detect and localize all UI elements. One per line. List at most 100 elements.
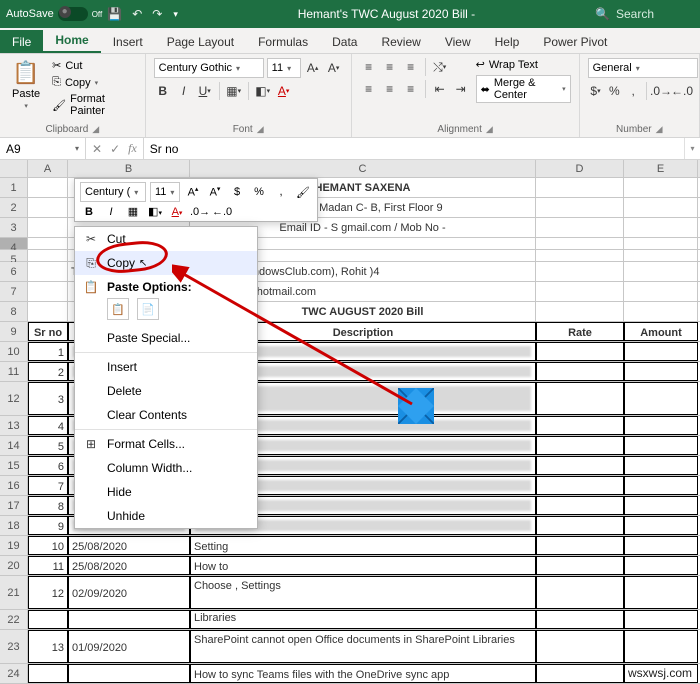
cell-srno[interactable]: 6	[28, 456, 68, 475]
cell-srno[interactable]: 4	[28, 416, 68, 435]
comma-format-icon[interactable]: ,	[625, 82, 641, 100]
mini-toolbar[interactable]: Century (▾ 11▾ A▴ A▾ $ % , 🖌 B I ▦ ◧▾ A▾…	[74, 178, 318, 222]
dialog-launcher-icon[interactable]: ◢	[656, 124, 663, 135]
row-header[interactable]: 14	[0, 436, 28, 455]
save-icon[interactable]: 💾	[107, 7, 122, 21]
toggle-off-icon[interactable]	[58, 7, 88, 21]
align-center-icon[interactable]: ≡	[381, 80, 399, 98]
fill-color-button[interactable]: ◧▾	[146, 205, 164, 218]
dialog-launcher-icon[interactable]: ◢	[486, 124, 493, 135]
cell[interactable]	[536, 198, 624, 217]
redo-icon[interactable]: ↷	[152, 7, 162, 21]
cell-rate[interactable]	[536, 516, 624, 535]
copy-button[interactable]: ⎘Copy ▾	[50, 75, 137, 90]
row-header[interactable]: 12	[0, 382, 28, 415]
table-row[interactable]: 211202/09/2020Choose , Settings	[0, 576, 700, 610]
cell-srno[interactable]: 10	[28, 536, 68, 555]
column-header-a[interactable]: A	[28, 160, 68, 177]
cell-date[interactable]: 25/08/2020	[68, 536, 190, 555]
comma-format-icon[interactable]: ,	[272, 186, 290, 198]
column-header-d[interactable]: D	[536, 160, 624, 177]
row-header[interactable]: 24	[0, 664, 28, 683]
cell-desc[interactable]: Setting	[190, 536, 536, 555]
menu-unhide[interactable]: Unhide	[75, 504, 257, 528]
accounting-format-icon[interactable]: $	[228, 186, 246, 198]
cell-srno[interactable]: 9	[28, 516, 68, 535]
menu-copy[interactable]: ⎘Copy↖	[75, 251, 257, 275]
increase-indent-icon[interactable]: ⇥	[452, 80, 470, 98]
header-rate[interactable]: Rate	[536, 322, 624, 341]
cell-desc[interactable]: Choose , Settings	[190, 576, 536, 609]
align-middle-icon[interactable]: ≡	[381, 58, 399, 76]
fill-color-button[interactable]: ◧▾	[254, 82, 272, 100]
cell-srno[interactable]: 5	[28, 436, 68, 455]
tab-help[interactable]: Help	[483, 30, 532, 53]
cell-rate[interactable]	[536, 342, 624, 361]
cell-date[interactable]: 02/09/2020	[68, 576, 190, 609]
dialog-launcher-icon[interactable]: ◢	[257, 124, 264, 135]
tab-page-layout[interactable]: Page Layout	[155, 30, 246, 53]
chevron-down-icon[interactable]: ▾	[562, 85, 566, 93]
cell-rate[interactable]	[536, 476, 624, 495]
cell[interactable]	[536, 282, 624, 301]
percent-format-icon[interactable]: %	[606, 82, 622, 100]
select-all-button[interactable]	[0, 160, 28, 177]
borders-button[interactable]: ▦	[124, 205, 142, 218]
cell[interactable]	[28, 250, 68, 261]
fx-icon[interactable]: fx	[128, 141, 137, 156]
tab-power-pivot[interactable]: Power Pivot	[531, 30, 619, 53]
cell[interactable]	[28, 282, 68, 301]
header-srno[interactable]: Sr no	[28, 322, 68, 341]
increase-decimal-icon[interactable]: .0→	[652, 82, 670, 100]
cell[interactable]	[28, 218, 68, 237]
cell[interactable]	[28, 262, 68, 281]
cell-desc[interactable]: How to	[190, 556, 536, 575]
cell-amount[interactable]	[624, 476, 698, 495]
cell-rate[interactable]	[536, 362, 624, 381]
row-header[interactable]: 18	[0, 516, 28, 535]
row-header[interactable]: 17	[0, 496, 28, 515]
table-row[interactable]: 231301/09/2020SharePoint cannot open Off…	[0, 630, 700, 664]
chevron-down-icon[interactable]: ▾	[636, 64, 640, 73]
expand-formula-bar-icon[interactable]: ▾	[684, 138, 700, 159]
format-painter-icon[interactable]: 🖌	[294, 186, 312, 199]
cell-amount[interactable]	[624, 536, 698, 555]
row-header[interactable]: 1	[0, 178, 28, 197]
cell-date[interactable]	[68, 610, 190, 629]
cell-amount[interactable]	[624, 362, 698, 381]
cell[interactable]	[624, 282, 698, 301]
name-box[interactable]: A9▾	[0, 138, 86, 159]
table-row[interactable]: 201125/08/2020How to	[0, 556, 700, 576]
tab-home[interactable]: Home	[43, 28, 100, 53]
cell-amount[interactable]	[624, 576, 698, 609]
tab-review[interactable]: Review	[369, 30, 432, 53]
increase-font-icon[interactable]: A▴	[304, 59, 322, 77]
orientation-icon[interactable]: ⤭▾	[431, 58, 449, 76]
menu-insert[interactable]: Insert	[75, 355, 257, 379]
cell[interactable]	[28, 302, 68, 321]
cell[interactable]	[28, 198, 68, 217]
cell[interactable]	[536, 250, 624, 261]
cell-srno[interactable]: 2	[28, 362, 68, 381]
paste-option-values[interactable]: 📄	[137, 298, 159, 320]
cell-amount[interactable]	[624, 382, 698, 415]
context-menu[interactable]: ✂Cut ⎘Copy↖ 📋Paste Options: 📋 📄 Paste Sp…	[74, 226, 258, 529]
decrease-font-icon[interactable]: A▾	[325, 59, 343, 77]
decrease-font-icon[interactable]: A▾	[206, 185, 224, 199]
row-header[interactable]: 6	[0, 262, 28, 281]
menu-cut[interactable]: ✂Cut	[75, 227, 257, 251]
cell[interactable]	[624, 238, 698, 249]
row-header[interactable]: 21	[0, 576, 28, 609]
align-right-icon[interactable]: ≡	[402, 80, 420, 98]
column-header-c[interactable]: C	[190, 160, 536, 177]
tab-insert[interactable]: Insert	[101, 30, 155, 53]
cell-desc[interactable]: How to sync Teams files with the OneDriv…	[190, 664, 536, 683]
row-header[interactable]: 22	[0, 610, 28, 629]
cell[interactable]	[28, 178, 68, 197]
cell-desc[interactable]: SharePoint cannot open Office documents …	[190, 630, 536, 663]
row-header[interactable]: 19	[0, 536, 28, 555]
cell-amount[interactable]	[624, 342, 698, 361]
cell[interactable]	[536, 178, 624, 197]
menu-column-width[interactable]: Column Width...	[75, 456, 257, 480]
cell-rate[interactable]	[536, 556, 624, 575]
